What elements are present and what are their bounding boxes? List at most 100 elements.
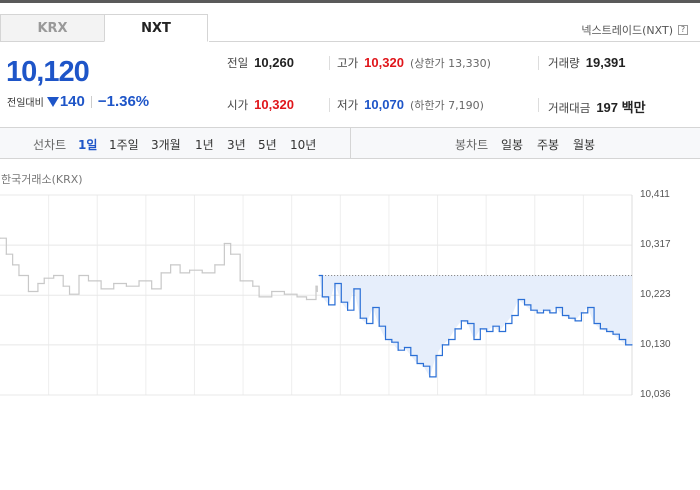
stat-open: 시가 10,320 <box>227 97 294 113</box>
nxt-point <box>542 309 545 311</box>
nxt-point <box>448 338 450 341</box>
line-chart-label: 선차트 <box>33 138 67 152</box>
krx-point <box>138 280 140 282</box>
candle-daily-button[interactable]: 일봉 <box>501 136 523 153</box>
nxt-point <box>536 312 538 314</box>
y-tick-label: 10,411 <box>640 189 670 200</box>
provider-label: 넥스트레이드(NXT) <box>581 24 673 37</box>
krx-point <box>100 288 102 290</box>
period-3y-button[interactable]: 3년 <box>227 136 246 153</box>
stat-value: 197 백만 <box>596 100 646 115</box>
period-1w-button[interactable]: 1주일 <box>109 136 139 153</box>
stat-value: 10,260 <box>254 55 294 70</box>
krx-point <box>78 274 80 277</box>
price-chart[interactable] <box>0 185 700 400</box>
stat-value: 10,070 <box>364 97 404 112</box>
nxt-point <box>391 341 393 343</box>
krx-point <box>37 282 39 285</box>
krx-point <box>252 285 254 287</box>
nxt-point <box>435 354 437 357</box>
krx-point <box>68 293 71 295</box>
krx-point <box>258 296 260 298</box>
nxt-point <box>618 338 620 341</box>
nxt-point <box>492 325 494 327</box>
change-amount: 140 <box>59 93 85 110</box>
nxt-point <box>625 344 627 346</box>
krx-point <box>316 290 318 293</box>
krx-point <box>125 285 127 287</box>
nxt-point <box>612 333 614 335</box>
krx-point <box>230 253 232 255</box>
nxt-point <box>486 330 488 333</box>
nxt-point <box>460 320 462 322</box>
candle-monthly-button[interactable]: 월봉 <box>573 136 595 153</box>
period-5y-button[interactable]: 5년 <box>258 136 277 153</box>
stat-sub: (하한가 7,190) <box>409 99 484 112</box>
nxt-point <box>587 306 589 309</box>
nxt-point <box>318 274 320 277</box>
stat-label: 고가 <box>337 56 359 70</box>
period-3m-button[interactable]: 3개월 <box>151 136 181 153</box>
nxt-point <box>467 322 469 325</box>
stat-divider <box>329 98 330 112</box>
nxt-point <box>353 288 355 290</box>
stat-sub: (상한가 13,330) <box>409 57 491 70</box>
stat-value: 10,320 <box>364 55 404 70</box>
nxt-point <box>523 304 526 306</box>
period-1y-button[interactable]: 1년 <box>195 136 214 153</box>
krx-series-line <box>0 237 318 301</box>
top-border <box>0 0 700 3</box>
krx-point <box>170 264 172 266</box>
krx-point <box>271 290 273 293</box>
krx-point <box>223 242 225 245</box>
nxt-point <box>593 322 595 325</box>
nxt-point <box>347 309 349 311</box>
nxt-point <box>410 354 412 357</box>
nxt-point <box>574 320 576 322</box>
nxt-point <box>334 282 336 285</box>
krx-point <box>214 264 216 266</box>
nxt-point <box>530 309 532 311</box>
y-tick-label: 10,317 <box>640 239 671 251</box>
nxt-point <box>429 376 431 378</box>
stat-divider <box>538 98 539 112</box>
nxt-point <box>498 330 500 333</box>
krx-point <box>62 285 64 287</box>
nxt-point <box>454 328 456 330</box>
krx-point <box>43 277 45 279</box>
krx-point <box>151 288 153 290</box>
nxt-point <box>321 296 323 298</box>
krx-point <box>315 285 317 287</box>
nxt-point <box>631 344 633 346</box>
help-icon[interactable]: ? <box>678 25 688 35</box>
stat-trade-value: 거래대금 197 백만 <box>548 97 646 116</box>
nxt-point <box>517 298 519 301</box>
krx-point <box>27 290 30 293</box>
change-separator <box>90 95 92 108</box>
stat-value: 19,391 <box>585 55 626 70</box>
krx-point <box>179 272 181 274</box>
stat-label: 저가 <box>337 98 359 112</box>
change-label: 전일대비 <box>7 98 44 109</box>
krx-point <box>87 280 90 282</box>
period-1d-button[interactable]: 1일 <box>78 136 97 153</box>
krx-point <box>113 282 115 285</box>
period-10y-button[interactable]: 10년 <box>290 136 316 153</box>
nxt-point <box>441 344 443 346</box>
krx-point <box>5 253 7 255</box>
stat-low: 저가 10,070 (하한가 7,190) <box>337 97 484 113</box>
nxt-point <box>403 346 406 349</box>
nxt-point <box>561 314 564 317</box>
chart-series <box>0 237 633 378</box>
krx-point <box>53 274 55 277</box>
nxt-point <box>365 322 368 325</box>
nxt-point <box>384 338 387 341</box>
tab-krx[interactable]: KRX <box>0 14 104 42</box>
stat-divider <box>538 56 539 70</box>
stat-label: 거래량 <box>548 56 580 70</box>
nxt-point <box>555 306 557 309</box>
nxt-area-fill <box>319 275 632 377</box>
tab-nxt[interactable]: NXT <box>104 14 208 42</box>
candle-weekly-button[interactable]: 주봉 <box>537 136 559 153</box>
provider-info: 넥스트레이드(NXT) ? <box>581 22 688 38</box>
